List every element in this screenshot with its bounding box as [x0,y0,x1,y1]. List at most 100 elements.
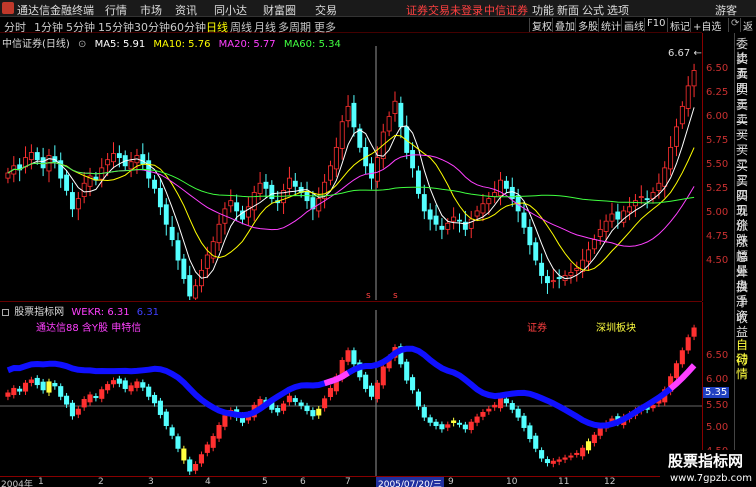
indicator-body [216,425,222,439]
menu-shichang[interactable]: 市场 [140,2,162,18]
indicator-body [64,395,70,405]
date-tick: 11 [558,477,570,487]
period-daily[interactable]: 日线 [206,19,228,35]
candle-body [193,285,199,299]
candlestick-chart[interactable]: 6.67 ←←4.17ss [0,46,702,300]
candle-body [433,215,439,225]
candle-body [5,172,11,179]
btn-zixuan[interactable]: +自选 [690,18,721,33]
indicator-body [527,425,533,439]
candle-body [550,280,556,283]
candle-body [398,102,404,128]
panel-item[interactable]: 收益 [736,311,756,339]
indicator-body [81,399,87,408]
panel-item[interactable]: 行情 [736,353,756,381]
candle-body [181,258,187,279]
price-tick: 6.00 [706,111,729,122]
indicator-body [486,408,492,412]
candle-body [351,102,357,128]
menu-jiaoyi[interactable]: 交易 [315,2,337,18]
candle-body [163,204,169,225]
period-more[interactable]: 更多 [314,19,336,35]
candle-body [333,146,339,170]
period-fenshi[interactable]: 分时 [4,19,26,35]
indicator-body [193,464,199,471]
candle-body [345,105,351,122]
period-15min[interactable]: 15分钟 [98,19,134,35]
menu-hangqing[interactable]: 行情 [105,2,127,18]
indicator-body [181,448,187,461]
broker-name[interactable]: 中信证券 [484,2,528,18]
indicator-body [310,410,316,417]
indicator-body [222,415,228,427]
period-multi[interactable]: 多周期 [278,19,311,35]
candle-body [64,174,70,191]
indicator-body [281,403,287,411]
menu-xuanxiang[interactable]: 选项 [607,2,629,18]
indicator-body [134,381,140,388]
candle-body [187,275,193,297]
date-tick: 1 [38,477,44,487]
indicator-body [151,394,158,404]
indicator-body [110,380,117,385]
period-60min[interactable]: 60分钟 [170,19,206,35]
candle-body [545,276,550,284]
candle-body [691,70,697,87]
btn-huaxian[interactable]: 画线 [621,18,644,33]
candle-body [111,153,116,163]
candle-body [521,212,527,228]
price-tick: 6.25 [706,87,729,98]
period-monthly[interactable]: 月线 [254,19,276,35]
indicator-body [533,435,539,449]
price-tick: 5.25 [706,183,729,194]
btn-biaoji[interactable]: 标记 [667,18,690,33]
login-warning[interactable]: 证券交易未登录 [406,2,483,18]
indicator-body [105,384,111,391]
indicator-body [591,434,597,444]
indicator-body [52,383,58,387]
user-guest[interactable]: 游客 [715,2,737,18]
candle-body [474,210,480,217]
candle-body [81,182,87,197]
menu-gongneng[interactable]: 功能 [532,2,554,18]
indicator-body [34,377,40,386]
candle-body [427,209,433,220]
indicator-chart[interactable] [0,310,702,476]
signal-marker: s [366,291,371,300]
candle-body [392,100,398,114]
candle-body [591,239,597,250]
indicator-body [550,460,556,464]
btn-tongji[interactable]: 统计 [598,18,621,33]
indicator-body [163,411,169,427]
price-tick: 5.50 [706,159,729,170]
menu-zixun[interactable]: 资讯 [175,2,197,18]
ma5-line [7,107,695,280]
indicator-body [456,422,463,425]
candle-body [457,219,462,222]
period-30min[interactable]: 30分钟 [134,19,170,35]
btn-return[interactable]: 返回 [740,18,756,48]
period-1min[interactable]: 1分钟 [34,19,63,35]
chart-toolbar: 复权 叠加 多股 统计 画线 F10 标记 +自选 ⟳ 返回 [528,17,756,48]
app-title: 通达信金融终端 [17,4,94,17]
back-icon[interactable]: ⟳ [728,18,739,32]
indicator-body [597,428,603,436]
candle-body [374,157,380,182]
menu-xinmian[interactable]: 新面 [557,2,579,18]
period-weekly[interactable]: 周线 [230,19,252,35]
period-5min[interactable]: 5分钟 [66,19,95,35]
btn-f10[interactable]: F10 [644,18,665,32]
date-tick: 10 [506,477,518,487]
menu-gongshi[interactable]: 公式 [582,2,604,18]
candle-body [286,177,292,189]
btn-fuquan[interactable]: 复权 [529,18,552,33]
candle-body [292,180,298,187]
menu-tongxiaoda[interactable]: 同小达 [214,2,247,18]
indicator-body [462,424,468,430]
btn-diejia[interactable]: 叠加 [552,18,575,33]
menu-caifuquan[interactable]: 财富圈 [263,2,296,18]
btn-duogu[interactable]: 多股 [575,18,598,33]
indicator-body [210,436,216,448]
candle-body [228,200,234,207]
candle-body [386,116,392,132]
